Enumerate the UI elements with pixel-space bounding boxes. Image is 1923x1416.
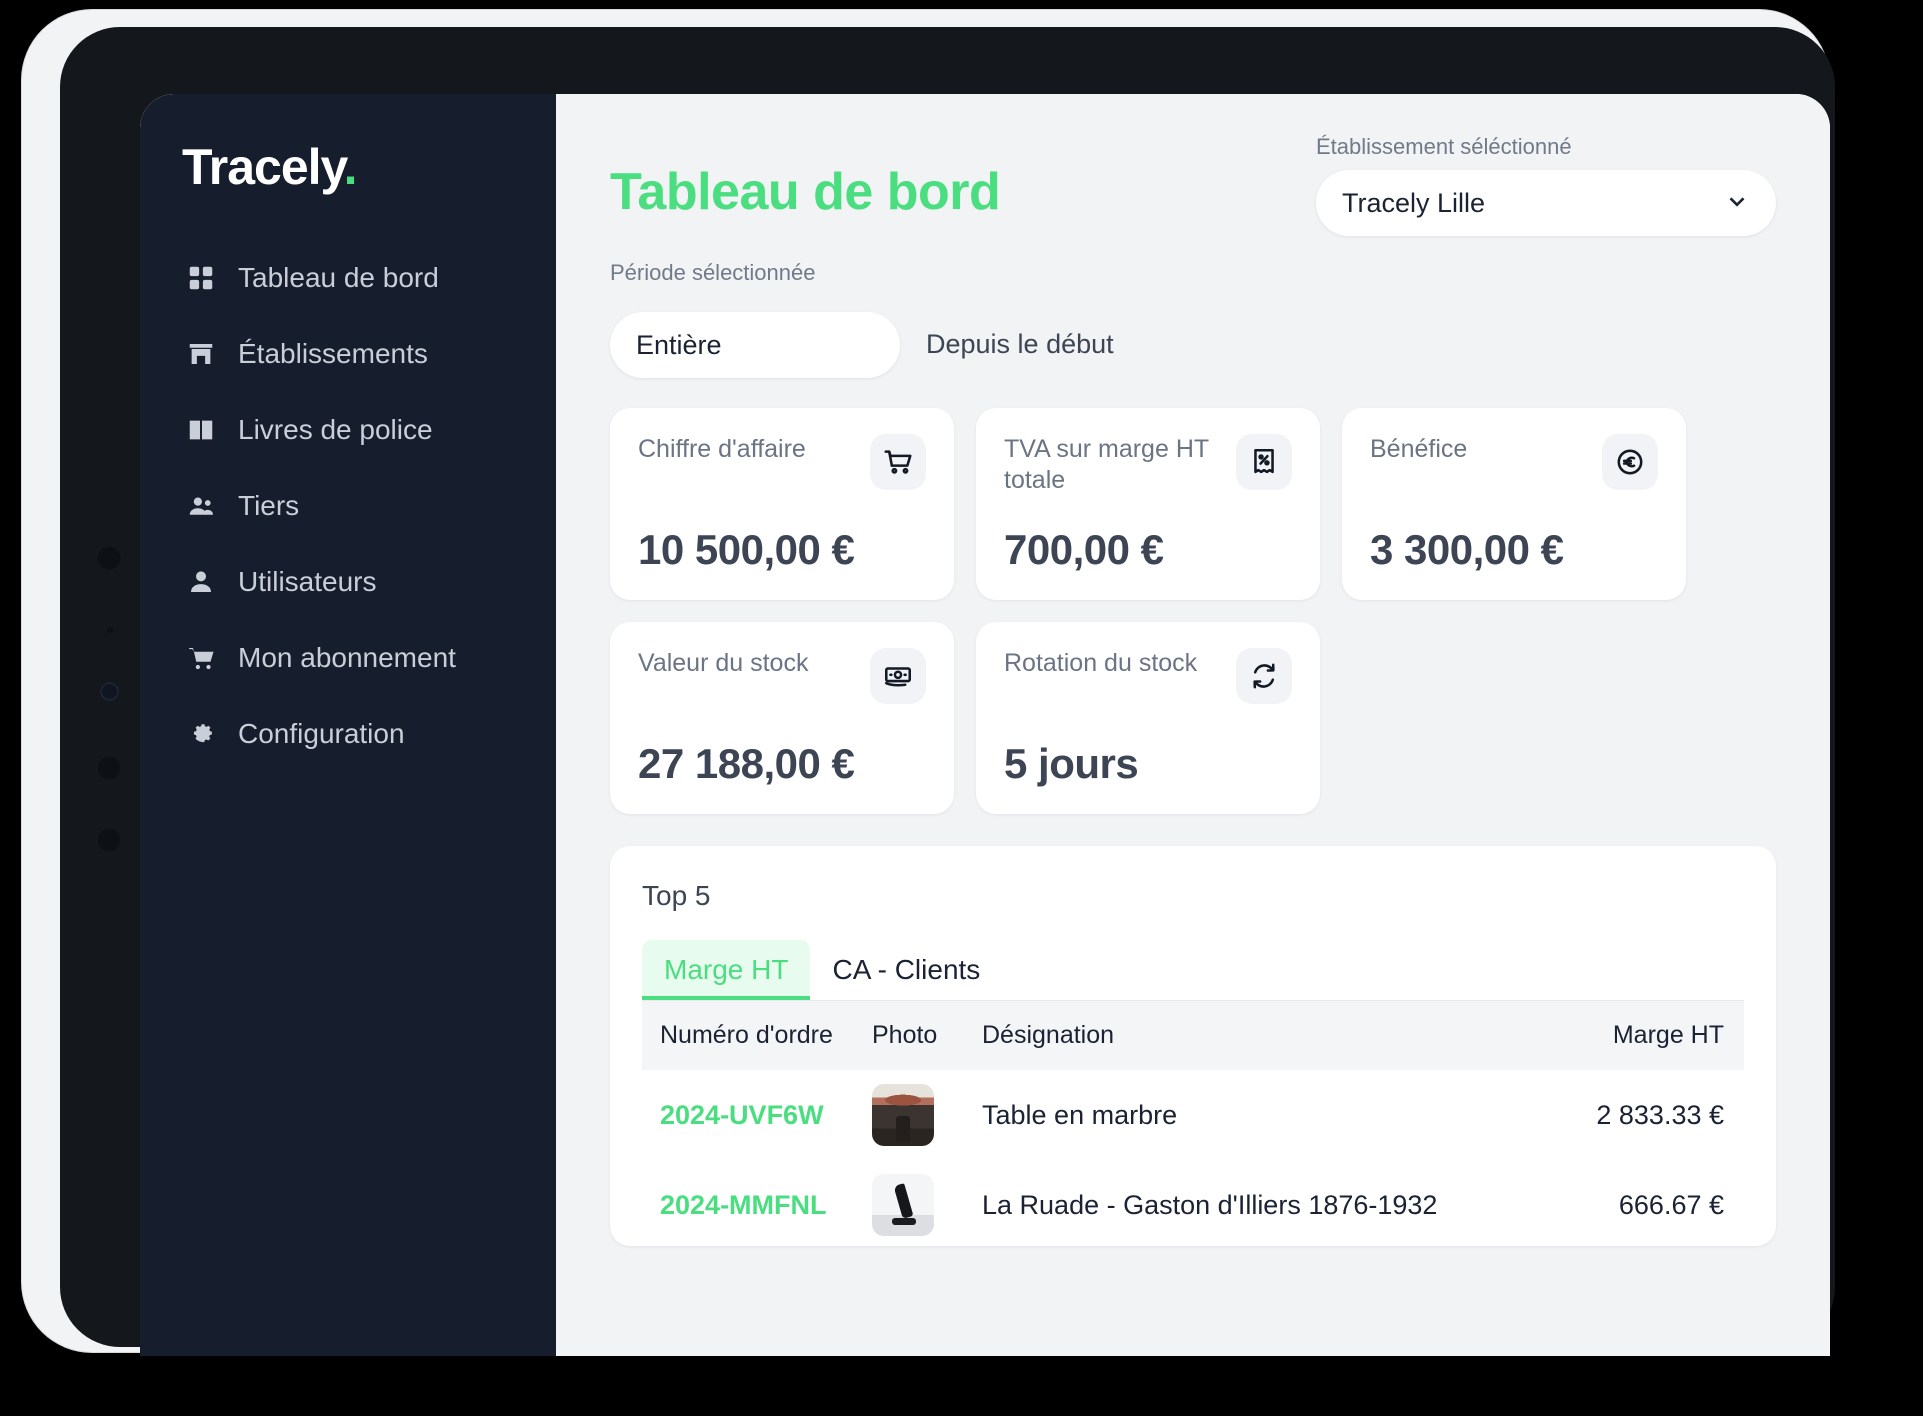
establishment-selector-block: Établissement séléctionné Tracely Lille	[1316, 130, 1776, 236]
period-value: Entière	[636, 329, 722, 360]
kpi-value: 3 300,00 €	[1370, 526, 1564, 573]
sidebar-item-label: Tiers	[238, 490, 300, 521]
sidebar-item-configuration[interactable]: Configuration	[140, 704, 556, 764]
kpi-value: 27 188,00 €	[638, 740, 855, 787]
row-designation: La Ruade - Gaston d'Illiers 1876-1932	[982, 1189, 1438, 1220]
period-block: Période sélectionnée Entière Depuis le d…	[610, 260, 1776, 378]
row-order-number[interactable]: 2024-MMFNL	[642, 1160, 872, 1246]
store-icon	[186, 339, 216, 369]
screen: Tracely. Tableau de bord Établissements	[140, 94, 1830, 1356]
kpi-grid: Chiffre d'affaire 10 500,00 € TVA sur ma…	[610, 408, 1776, 814]
sidebar-item-etablissements[interactable]: Établissements	[140, 324, 556, 384]
tab-ca-clients[interactable]: CA - Clients	[810, 940, 1002, 1000]
sidebar-item-tiers[interactable]: Tiers	[140, 476, 556, 536]
sidebar-item-label: Tableau de bord	[238, 262, 439, 293]
top5-panel: Top 5 Marge HT CA - Clients Numéro d'ord…	[610, 846, 1776, 1246]
tablet-bezel: Tracely. Tableau de bord Établissements	[60, 27, 1835, 1356]
sidebar-item-label: Établissements	[238, 338, 428, 369]
brand-dot: .	[343, 139, 358, 195]
book-icon	[186, 415, 216, 445]
camera-dot-icon	[96, 755, 122, 781]
sidebar-item-livres-de-police[interactable]: Livres de police	[140, 400, 556, 460]
people-icon	[186, 491, 216, 521]
sidebar: Tracely. Tableau de bord Établissements	[140, 94, 556, 1356]
cart-icon	[186, 643, 216, 673]
kpi-card-rotation-du-stock: Rotation du stock 5 jours	[976, 622, 1320, 814]
camera-dot-icon	[96, 545, 122, 571]
establishment-select[interactable]: Tracely Lille	[1316, 170, 1776, 236]
app-logo: Tracely.	[140, 138, 556, 196]
kpi-label: Rotation du stock	[1004, 649, 1198, 677]
receipt-percent-icon	[1236, 434, 1292, 490]
row-marge: 666.67 €	[1618, 1189, 1724, 1220]
sidebar-item-label: Livres de police	[238, 414, 433, 445]
sidebar-item-tableau-de-bord[interactable]: Tableau de bord	[140, 248, 556, 308]
kpi-card-valeur-du-stock: Valeur du stock 27 188,00 €	[610, 622, 954, 814]
user-icon	[186, 567, 216, 597]
column-header-designation: Désignation	[982, 1001, 1504, 1070]
kpi-value: 5 jours	[1004, 740, 1139, 787]
sidebar-item-label: Mon abonnement	[238, 642, 456, 673]
gear-icon	[186, 719, 216, 749]
kpi-card-tva-sur-marge: TVA sur marge HT totale 700,00 €	[976, 408, 1320, 600]
row-designation: Table en marbre	[982, 1099, 1178, 1130]
table-row[interactable]: 2024-MMFNL La Ruade - Gaston d'Illiers 1…	[642, 1160, 1744, 1246]
establishment-value: Tracely Lille	[1342, 187, 1486, 218]
kpi-card-chiffre-affaire: Chiffre d'affaire 10 500,00 €	[610, 408, 954, 600]
sidebar-item-utilisateurs[interactable]: Utilisateurs	[140, 552, 556, 612]
period-row: Entière Depuis le début	[610, 312, 1776, 378]
kpi-card-benefice: Bénéfice 3 300,00 €	[1342, 408, 1686, 600]
period-select[interactable]: Entière	[610, 312, 900, 378]
main-content: Tableau de bord Établissement séléctionn…	[556, 94, 1830, 1356]
tablet-device-frame: Tracely. Tableau de bord Établissements	[22, 10, 1835, 1356]
kpi-value: 10 500,00 €	[638, 526, 855, 573]
table-header: Numéro d'ordre Photo Désignation Marge H…	[642, 1001, 1744, 1070]
front-camera-icon	[100, 682, 119, 701]
camera-dot-icon	[96, 827, 122, 853]
top5-title: Top 5	[642, 880, 711, 911]
table-row[interactable]: 2024-UVF6W Table en marbre 2 833.33 €	[642, 1070, 1744, 1160]
brand-name: Tracely	[182, 139, 345, 195]
kpi-label: Valeur du stock	[638, 649, 809, 677]
table-body: 2024-UVF6W Table en marbre 2 833.33 € 20…	[642, 1070, 1744, 1246]
period-label: Période sélectionnée	[610, 260, 816, 285]
page-title: Tableau de bord	[610, 163, 1001, 221]
kpi-label: Chiffre d'affaire	[638, 435, 806, 463]
marble-table-thumbnail	[872, 1084, 934, 1146]
kpi-label: TVA sur marge HT totale	[1004, 435, 1209, 495]
shopping-cart-icon	[870, 434, 926, 490]
chevron-down-icon	[1724, 188, 1750, 219]
tab-marge-ht[interactable]: Marge HT	[642, 940, 811, 1000]
column-header-marge: Marge HT	[1504, 1001, 1744, 1070]
row-order-number[interactable]: 2024-UVF6W	[642, 1070, 872, 1160]
row-marge: 2 833.33 €	[1596, 1099, 1724, 1130]
kpi-label: Bénéfice	[1370, 435, 1468, 463]
row-photo-cell	[872, 1070, 982, 1160]
column-header-photo: Photo	[872, 1001, 982, 1070]
banknote-icon	[870, 648, 926, 704]
sidebar-item-label: Utilisateurs	[238, 566, 377, 597]
sidebar-item-label: Configuration	[238, 718, 405, 749]
period-note: Depuis le début	[926, 329, 1114, 359]
sensor-dot-icon	[105, 625, 115, 635]
top5-table: Numéro d'ordre Photo Désignation Marge H…	[642, 1001, 1744, 1246]
establishment-label: Établissement séléctionné	[1316, 134, 1572, 159]
grid-icon	[186, 263, 216, 293]
top5-tabs: Marge HT CA - Clients	[642, 940, 1744, 1001]
bronze-horse-thumbnail	[872, 1174, 934, 1236]
row-photo-cell	[872, 1160, 982, 1246]
sidebar-item-mon-abonnement[interactable]: Mon abonnement	[140, 628, 556, 688]
kpi-value: 700,00 €	[1004, 526, 1164, 573]
column-header-numero: Numéro d'ordre	[642, 1001, 872, 1070]
euro-coin-icon	[1602, 434, 1658, 490]
refresh-cycle-icon	[1236, 648, 1292, 704]
header-row: Tableau de bord Établissement séléctionn…	[610, 130, 1776, 236]
